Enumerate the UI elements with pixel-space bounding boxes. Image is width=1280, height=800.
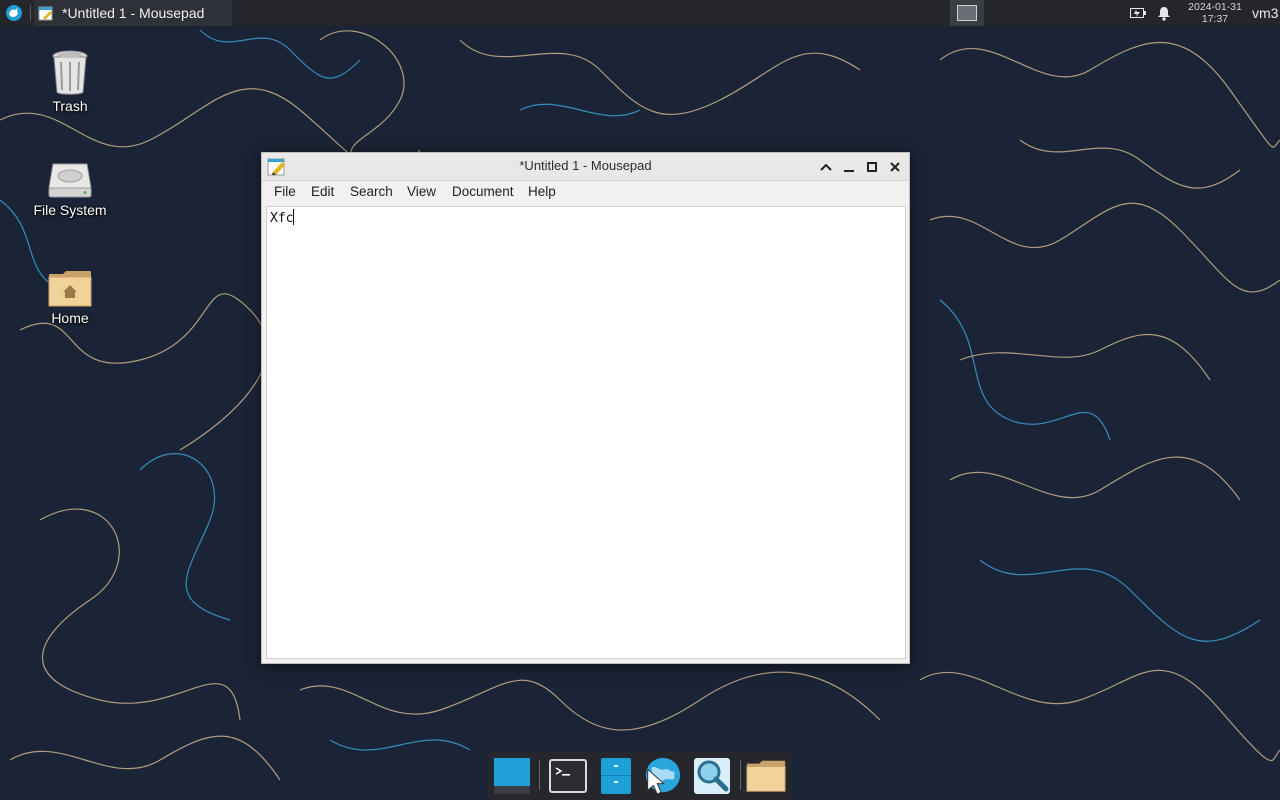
web-browser-icon: [645, 757, 681, 795]
menu-search[interactable]: Search: [350, 183, 393, 201]
menu-document[interactable]: Document: [452, 183, 514, 201]
clock[interactable]: 2024-01-31 17:37: [1184, 0, 1246, 26]
home-folder-icon: [746, 760, 786, 792]
dock-terminal[interactable]: [548, 756, 588, 796]
desktop-icon-file-system[interactable]: File System: [22, 160, 118, 218]
file-manager-icon: [601, 758, 631, 794]
desktop-icon-label: Home: [51, 310, 89, 326]
power-indicator[interactable]: [1127, 0, 1149, 26]
top-panel: *Untitled 1 - Mousepad 2024-01-31 17:37 …: [0, 0, 1280, 26]
close-icon: [890, 162, 900, 172]
terminal-icon: [549, 759, 587, 793]
dock-web-browser[interactable]: [642, 756, 682, 796]
shade-button[interactable]: [818, 159, 834, 175]
workspace-icon: [957, 5, 977, 21]
home-folder-icon: [48, 271, 92, 307]
editor-text: Xfc: [270, 211, 294, 226]
taskbar-window-title: *Untitled 1 - Mousepad: [62, 5, 205, 21]
panel-separator: [30, 5, 31, 21]
applications-menu-button[interactable]: [3, 0, 25, 26]
dock-file-manager[interactable]: [596, 756, 636, 796]
text-cursor: [293, 209, 295, 225]
mousepad-icon: [38, 6, 53, 21]
menu-help[interactable]: Help: [528, 183, 556, 201]
window-titlebar[interactable]: *Untitled 1 - Mousepad: [262, 153, 909, 181]
dock: [488, 752, 792, 800]
minimize-button[interactable]: [841, 159, 857, 175]
notifications-button[interactable]: [1153, 0, 1175, 26]
window-title: *Untitled 1 - Mousepad: [519, 158, 652, 173]
menu-edit[interactable]: Edit: [311, 183, 334, 201]
dock-separator: [740, 760, 741, 790]
minimize-icon: [844, 170, 854, 172]
menu-file[interactable]: File: [274, 183, 296, 201]
text-editor-area[interactable]: Xfc: [266, 206, 906, 659]
editor-content: Xfc: [270, 209, 295, 228]
mousepad-window: *Untitled 1 - Mousepad File Edit Search …: [261, 152, 910, 664]
user-menu[interactable]: vm3: [1252, 0, 1280, 26]
taskbar-window-button[interactable]: *Untitled 1 - Mousepad: [34, 0, 232, 26]
battery-icon: [1130, 8, 1146, 18]
maximize-button[interactable]: [864, 159, 880, 175]
desktop-icon-home[interactable]: Home: [22, 268, 118, 326]
drive-icon: [48, 163, 92, 198]
maximize-icon: [867, 162, 877, 172]
chevron-up-icon: [820, 163, 832, 171]
desktop-icon-label: File System: [33, 202, 107, 218]
close-button[interactable]: [887, 159, 903, 175]
dock-home-folder[interactable]: [746, 756, 786, 796]
clock-time: 17:37: [1201, 13, 1229, 25]
menu-bar: File Edit Search View Document Help: [262, 181, 909, 203]
app-finder-icon: [694, 758, 730, 794]
dock-app-finder[interactable]: [692, 756, 732, 796]
dock-show-desktop[interactable]: [492, 756, 532, 796]
xfce-logo-icon: [6, 5, 22, 21]
dock-separator: [539, 760, 540, 790]
show-desktop-icon: [494, 758, 530, 794]
workspace-switcher[interactable]: [950, 0, 984, 26]
trash-icon: [52, 50, 88, 95]
desktop-icon-label: Trash: [52, 98, 88, 114]
desktop-icon-trash[interactable]: Trash: [22, 48, 118, 114]
menu-view[interactable]: View: [407, 183, 436, 201]
clock-date: 2024-01-31: [1188, 1, 1242, 13]
bell-icon: [1158, 6, 1170, 21]
